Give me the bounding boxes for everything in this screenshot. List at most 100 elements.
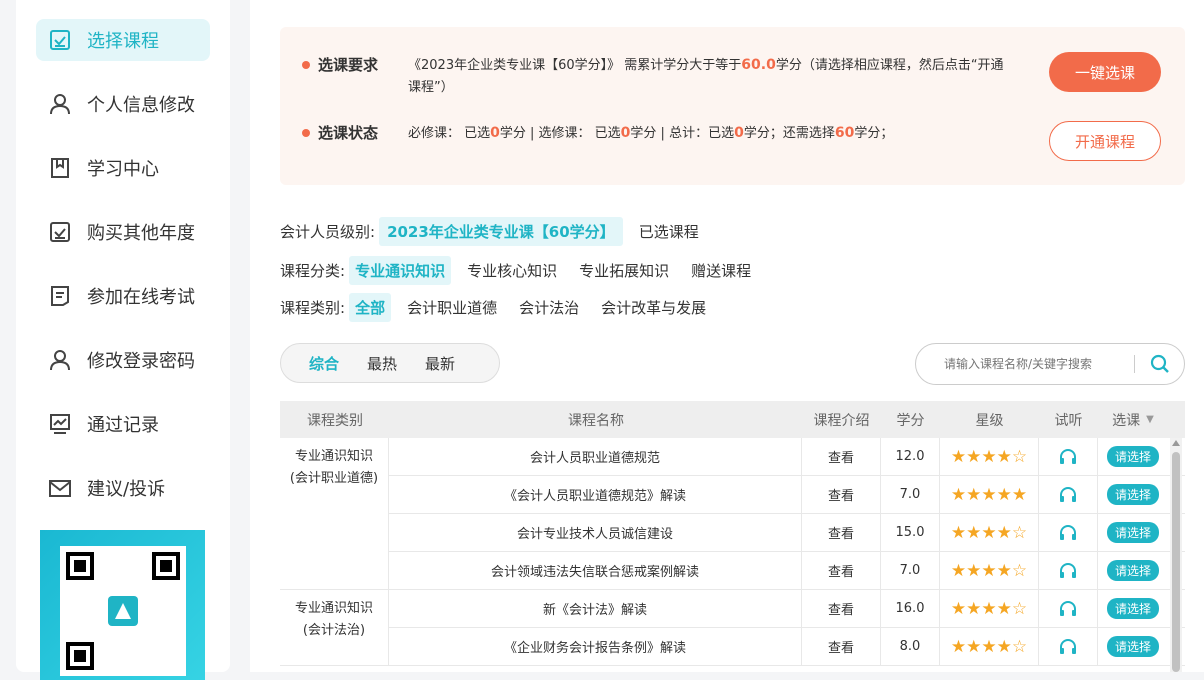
bookmark-icon (49, 157, 71, 179)
category-chip[interactable]: 专业核心知识 (461, 256, 563, 285)
sidebar-item-label: 通过记录 (87, 415, 159, 436)
star-rating: ★★★★☆ (950, 598, 1028, 619)
sidebar-item-pass-records[interactable]: 通过记录 (36, 403, 210, 445)
sidebar-item-select-course[interactable]: 选择课程 (36, 19, 210, 61)
scroll-up-icon[interactable] (1172, 440, 1180, 446)
sort-option-newest[interactable]: 最新 (425, 353, 455, 374)
chevron-down-icon: ▼ (1146, 414, 1154, 425)
headphone-icon[interactable] (1039, 552, 1098, 589)
table-row: 《会计人员职业道德规范》解读 查看 7.0 ★★★★★ 请选择 (389, 476, 1185, 514)
type-chip[interactable]: 会计职业道德 (401, 293, 503, 322)
table-group: 专业通识知识 (会计职业道德) 会计人员职业道德规范 查看 12.0 ★★★★☆ 请选择 《会… (280, 438, 1185, 590)
select-course-button[interactable]: 请选择 (1106, 560, 1159, 581)
sidebar-item-label: 个人信息修改 (87, 95, 195, 116)
course-credit: 15.0 (881, 514, 940, 551)
course-intro-link[interactable]: 查看 (802, 514, 881, 551)
sidebar-item-profile[interactable]: 个人信息修改 (36, 83, 210, 125)
selected-courses-link[interactable]: 已选课程 (633, 217, 705, 246)
course-stars: ★★★★☆ (940, 552, 1039, 589)
course-stars: ★★★★☆ (940, 438, 1039, 475)
headphone-icon[interactable] (1039, 590, 1098, 627)
headphone-icon[interactable] (1039, 514, 1098, 551)
course-name: 《企业财务会计报告条例》解读 (389, 628, 802, 665)
header-stars: 星级 (975, 412, 1004, 429)
one-click-select-button[interactable]: 一键选课 (1049, 52, 1161, 92)
course-intro-link[interactable]: 查看 (802, 438, 881, 475)
requirement-row: 选课要求 《2023年企业类专业课【60学分】》 需累计学分大于等于60.0学分… (302, 54, 1008, 99)
type-chip[interactable]: 会计法治 (513, 293, 585, 322)
header-preview: 试听 (1054, 412, 1083, 429)
sidebar-item-label: 购买其他年度 (87, 223, 195, 244)
sidebar-item-buy-other-year[interactable]: 购买其他年度 (36, 211, 210, 253)
course-intro-link[interactable]: 查看 (802, 590, 881, 627)
course-stars: ★★★★★ (940, 476, 1039, 513)
select-cell: 请选择 (1098, 438, 1168, 475)
category-cell: 专业通识知识 (会计职业道德) (280, 438, 389, 589)
search-input[interactable] (942, 356, 1126, 372)
select-course-button[interactable]: 请选择 (1106, 522, 1159, 543)
search-icon[interactable] (1149, 353, 1171, 375)
sort-option-comprehensive[interactable]: 综合 (309, 353, 339, 374)
level-label: 会计人员级别: (280, 223, 376, 241)
type-label: 课程类别: (280, 299, 346, 317)
sidebar-item-online-exam[interactable]: 参加在线考试 (36, 275, 210, 317)
sidebar-item-study-center[interactable]: 学习中心 (36, 147, 210, 189)
mail-icon (49, 477, 71, 499)
status-row: 选课状态 必修课： 已选0学分 | 选修课： 已选0学分 | 总计：已选0学分；… (302, 122, 1008, 145)
user-icon (49, 93, 71, 115)
type-chip[interactable]: 全部 (349, 293, 392, 322)
sidebar-item-feedback[interactable]: 建议/投诉 (36, 467, 210, 509)
bullet-dot (302, 61, 310, 69)
headphone-icon[interactable] (1039, 628, 1098, 665)
sidebar-item-change-password[interactable]: 修改登录密码 (36, 339, 210, 381)
table-row: 会计人员职业道德规范 查看 12.0 ★★★★☆ 请选择 (389, 438, 1185, 476)
search-box (915, 343, 1185, 385)
select-course-button[interactable]: 请选择 (1106, 636, 1159, 657)
course-intro-link[interactable]: 查看 (802, 552, 881, 589)
course-stars: ★★★★☆ (940, 514, 1039, 551)
course-intro-link[interactable]: 查看 (802, 628, 881, 665)
star-rating: ★★★★☆ (950, 522, 1028, 543)
course-name: 《会计人员职业道德规范》解读 (389, 476, 802, 513)
sidebar: 选择课程 个人信息修改 学习中心 购买其他年度 参加在线考试 修改登录密码 通过… (16, 0, 230, 680)
header-credit: 学分 (896, 412, 925, 429)
course-intro-link[interactable]: 查看 (802, 476, 881, 513)
course-credit: 7.0 (881, 552, 940, 589)
category-filter: 课程分类: 专业通识知识 专业核心知识 专业拓展知识 赠送课程 (280, 256, 767, 285)
table-row: 新《会计法》解读 查看 16.0 ★★★★☆ 请选择 (389, 590, 1185, 628)
headphone-icon[interactable] (1039, 438, 1098, 475)
sidebar-item-label: 修改登录密码 (87, 351, 195, 372)
header-select[interactable]: 选课 ▼ (1098, 401, 1168, 438)
select-course-button[interactable]: 请选择 (1106, 484, 1159, 505)
sort-option-hottest[interactable]: 最热 (367, 353, 397, 374)
bullet-dot (302, 129, 310, 137)
scrollbar-thumb[interactable] (1172, 452, 1180, 672)
star-rating: ★★★★☆ (950, 446, 1028, 467)
table-body: 专业通识知识 (会计职业道德) 会计人员职业道德规范 查看 12.0 ★★★★☆ 请选择 《会… (280, 438, 1185, 666)
course-name: 新《会计法》解读 (389, 590, 802, 627)
category-chip[interactable]: 专业通识知识 (349, 256, 452, 285)
course-name: 会计专业技术人员诚信建设 (389, 514, 802, 551)
course-credit: 12.0 (881, 438, 940, 475)
category-line: (会计法治) (302, 623, 366, 638)
table-header: 课程类别 课程名称 课程介绍 学分 星级 试听 选课 ▼ (280, 401, 1185, 438)
sort-toggle: 综合 最热 最新 (280, 343, 500, 383)
star-rating: ★★★★★ (950, 484, 1028, 505)
table-scrollbar[interactable] (1170, 438, 1182, 672)
qr-code-panel (40, 530, 205, 680)
level-chip[interactable]: 2023年企业类专业课【60学分】 (379, 217, 623, 246)
search-divider (1134, 355, 1135, 373)
open-course-button[interactable]: 开通课程 (1049, 121, 1161, 161)
header-name: 课程名称 (568, 412, 624, 429)
header-intro: 课程介绍 (813, 412, 870, 429)
type-chip[interactable]: 会计改革与发展 (595, 293, 712, 322)
category-chip[interactable]: 赠送课程 (685, 256, 757, 285)
headphone-icon[interactable] (1039, 476, 1098, 513)
category-chip[interactable]: 专业拓展知识 (573, 256, 675, 285)
main-panel: 选课要求 《2023年企业类专业课【60学分】》 需累计学分大于等于60.0学分… (250, 0, 1204, 672)
category-label: 课程分类: (280, 262, 346, 280)
category-cell: 专业通识知识 (会计法治) (280, 590, 389, 665)
requirements-panel: 选课要求 《2023年企业类专业课【60学分】》 需累计学分大于等于60.0学分… (280, 27, 1185, 185)
select-course-button[interactable]: 请选择 (1106, 598, 1159, 619)
select-course-button[interactable]: 请选择 (1106, 446, 1159, 467)
